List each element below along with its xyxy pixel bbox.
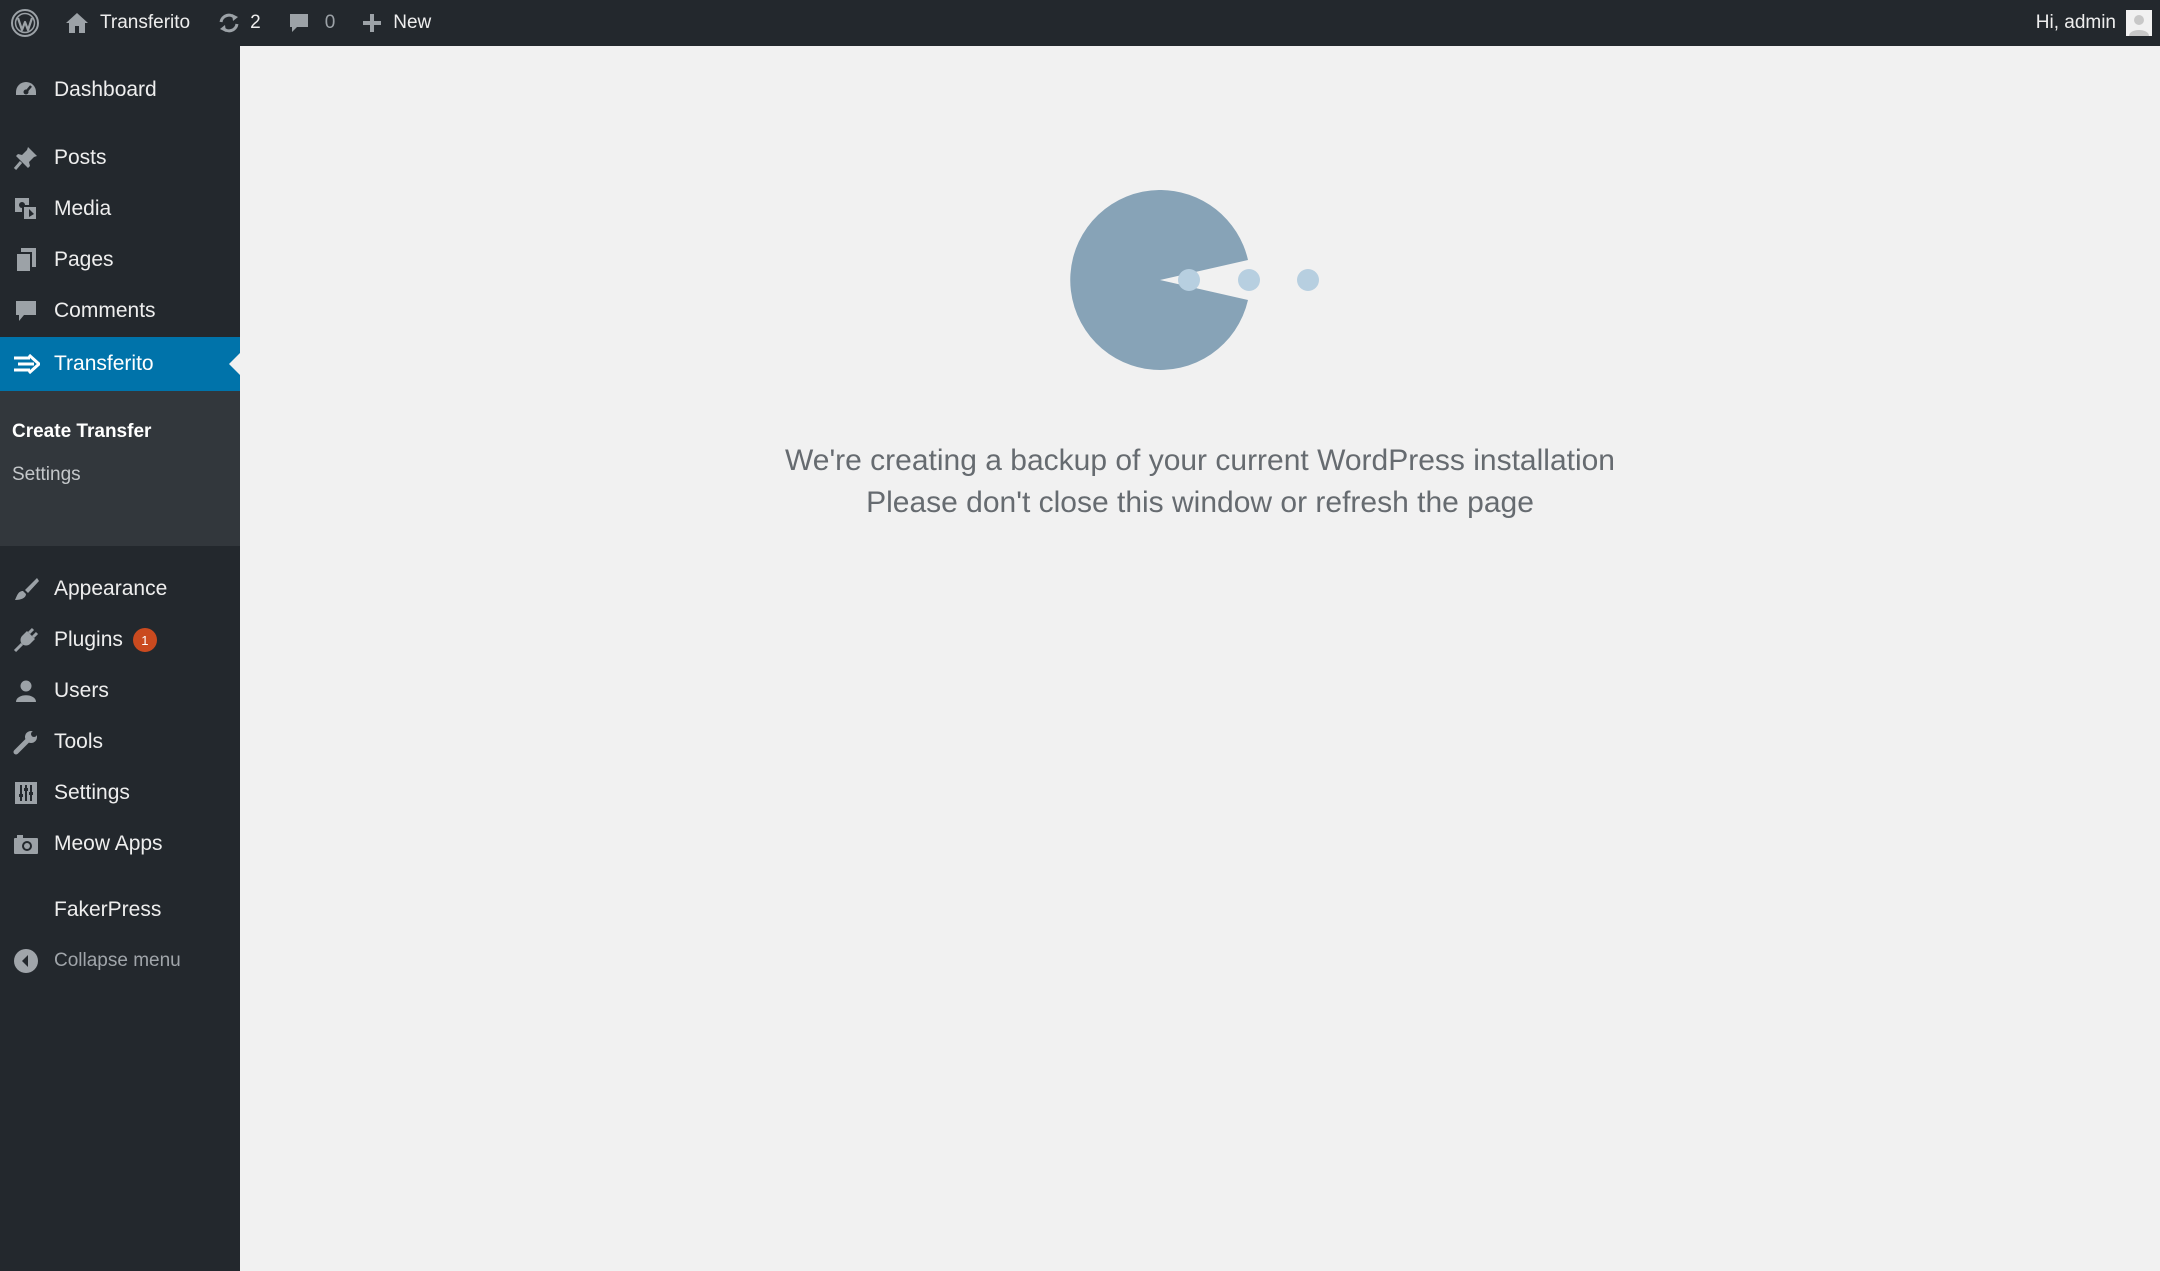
sidebar-item-label: Collapse menu	[54, 950, 181, 971]
updates-link[interactable]: 2	[204, 0, 273, 46]
pages-icon	[12, 246, 40, 274]
sidebar-item-label: Pages	[54, 248, 114, 271]
sidebar-item-media[interactable]: Media	[0, 186, 240, 232]
transfer-arrows-icon	[12, 350, 40, 378]
sidebar-item-transferito[interactable]: Transferito	[0, 337, 240, 391]
main-content: We're creating a backup of your current …	[240, 46, 2160, 1271]
new-label: New	[393, 12, 432, 33]
user-icon	[12, 677, 40, 705]
settings-sliders-icon	[12, 779, 40, 807]
sidebar-item-posts[interactable]: Posts	[0, 135, 240, 181]
site-name-link[interactable]: Transferito	[50, 0, 204, 46]
sidebar-item-users[interactable]: Users	[0, 668, 240, 714]
sidebar-item-pages[interactable]: Pages	[0, 237, 240, 283]
updates-count: 2	[250, 12, 261, 33]
refresh-icon	[216, 11, 242, 35]
loader-dot-3	[1297, 269, 1319, 291]
dashboard-icon	[12, 76, 40, 104]
plus-icon	[361, 12, 383, 34]
submenu-item-create-transfer[interactable]: Create Transfer	[12, 421, 151, 443]
sidebar-item-fakerpress[interactable]: FakerPress	[0, 887, 240, 933]
sidebar-item-plugins[interactable]: Plugins 1	[0, 617, 240, 663]
sidebar-item-label: Users	[54, 679, 109, 702]
sidebar-item-comments[interactable]: Comments	[0, 288, 240, 334]
sidebar-item-label: Settings	[54, 781, 130, 804]
comment-bubble-icon	[287, 11, 311, 35]
sidebar-item-label: Dashboard	[54, 78, 157, 101]
plugin-icon	[12, 626, 40, 654]
wordpress-logo-icon	[10, 8, 40, 38]
sidebar-item-settings[interactable]: Settings	[0, 770, 240, 816]
home-icon	[64, 11, 90, 35]
submenu-item-settings[interactable]: Settings	[12, 464, 81, 486]
admin-sidebar-menu: Dashboard Posts Media Pages Comments Tra…	[0, 46, 240, 1271]
sidebar-item-label: Media	[54, 197, 112, 220]
media-icon	[12, 195, 40, 223]
comments-count: 0	[324, 12, 336, 33]
sidebar-item-tools[interactable]: Tools	[0, 719, 240, 765]
collapse-icon	[12, 947, 40, 975]
sidebar-item-label: Posts	[54, 146, 107, 169]
pin-icon	[12, 144, 40, 172]
comment-icon	[12, 297, 40, 325]
blank-icon	[12, 896, 40, 924]
greeting-label: Hi, admin	[2035, 12, 2116, 33]
paintbrush-icon	[12, 575, 40, 603]
site-name-label: Transferito	[100, 12, 191, 33]
loader-dot-2	[1238, 269, 1260, 291]
wordpress-logo-menu[interactable]	[0, 0, 50, 46]
sidebar-item-label: Tools	[54, 730, 104, 753]
backup-progress-animation	[1070, 190, 1319, 370]
collapse-menu-button[interactable]: Collapse menu	[0, 938, 240, 984]
plugins-update-badge: 1	[132, 628, 157, 652]
new-content-link[interactable]: New	[349, 0, 443, 46]
sidebar-item-label: Appearance	[54, 577, 168, 600]
admin-bar: Transferito 2 0 New Hi, admin	[0, 0, 2160, 46]
avatar	[2126, 10, 2152, 36]
sidebar-item-label: FakerPress	[54, 898, 162, 921]
sidebar-item-meow-apps[interactable]: Meow Apps	[0, 821, 240, 867]
transferito-submenu: Create Transfer Settings	[0, 391, 240, 546]
loader-pacman	[1070, 190, 1248, 370]
sidebar-item-label: Meow Apps	[54, 832, 163, 855]
sidebar-item-label: Transferito	[54, 352, 154, 375]
sidebar-item-label: Comments	[54, 299, 156, 322]
loader-dot-1	[1178, 269, 1200, 291]
camera-icon	[12, 830, 40, 858]
sidebar-item-label: Plugins	[54, 628, 123, 651]
my-account-menu[interactable]: Hi, admin	[2024, 0, 2160, 46]
wrench-icon	[12, 728, 40, 756]
sidebar-item-dashboard[interactable]: Dashboard	[0, 67, 240, 113]
comments-link[interactable]: 0	[273, 0, 350, 46]
backup-warning-message: Please don't close this window or refres…	[866, 486, 1534, 519]
backup-status-message: We're creating a backup of your current …	[784, 444, 1615, 477]
sidebar-item-appearance[interactable]: Appearance	[0, 566, 240, 612]
